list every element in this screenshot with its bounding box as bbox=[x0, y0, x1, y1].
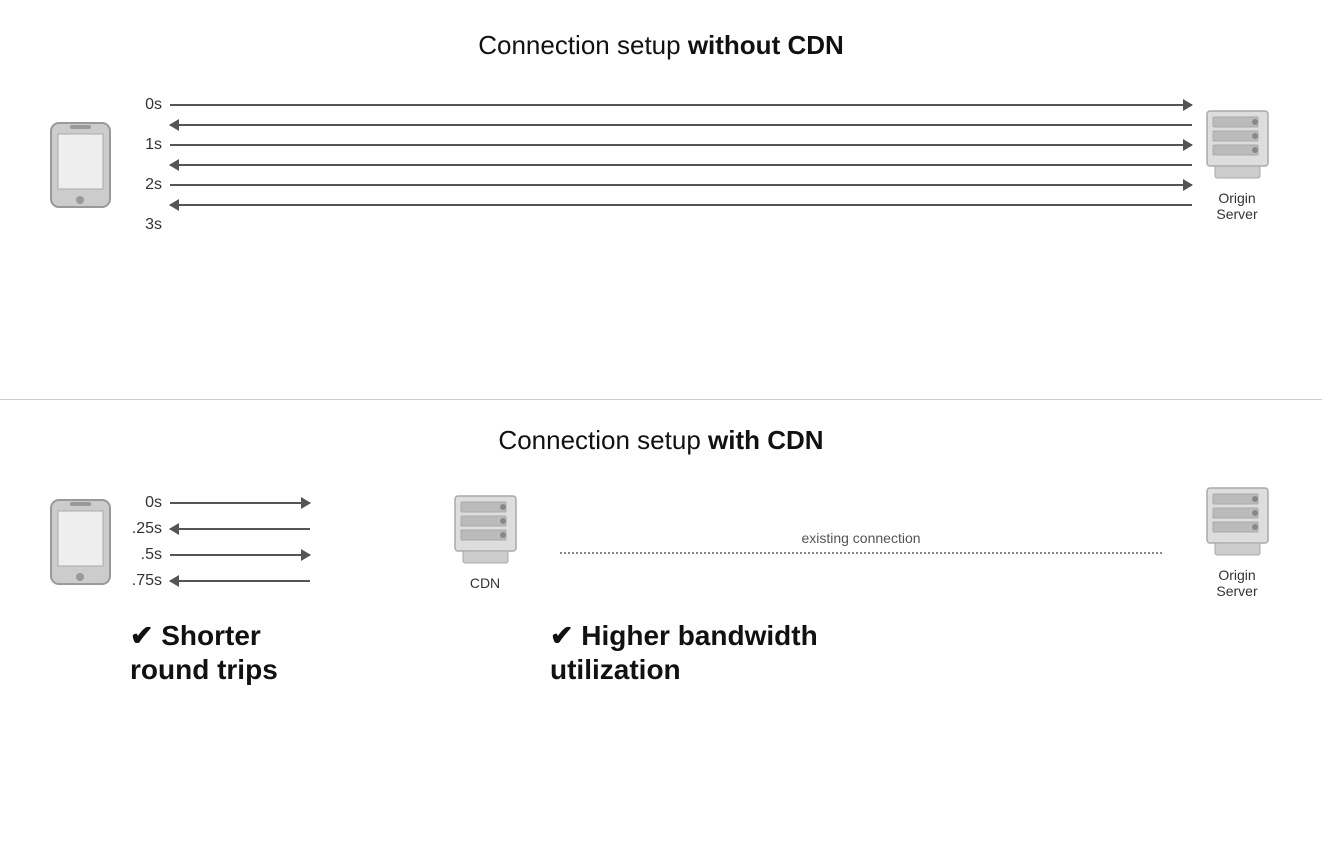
section-without-cdn: Connection setup without CDN 0s bbox=[0, 0, 1322, 400]
page-container: Connection setup without CDN 0s bbox=[0, 0, 1322, 846]
benefit-higher-bandwidth: ✔ Higher bandwidthutilization bbox=[550, 619, 1282, 686]
cdn-arrow-right-5s bbox=[170, 554, 310, 556]
cdn-time-label-0s: 0s bbox=[130, 494, 170, 512]
bottom-section-title: Connection setup with CDN bbox=[40, 425, 1282, 456]
cdn-arrow-row-25s-left: .25s bbox=[130, 520, 440, 538]
existing-connection-area: existing connection bbox=[530, 530, 1192, 554]
cdn-arrow-left-75s bbox=[170, 580, 310, 582]
time-label-3s: 3s bbox=[130, 216, 170, 234]
top-server-area: OriginServer bbox=[1192, 109, 1282, 222]
cdn-time-label-25s: .25s bbox=[130, 520, 170, 538]
cdn-label: CDN bbox=[470, 575, 500, 591]
arrow-row-1s-left bbox=[130, 164, 1192, 166]
arrow-right-2s bbox=[170, 184, 1192, 186]
arrow-left-2s bbox=[170, 204, 1192, 206]
cdn-time-label-75s: .75s bbox=[130, 572, 170, 590]
phone-icon-top bbox=[40, 120, 120, 210]
arrow-row-0s-left bbox=[130, 124, 1192, 126]
cdn-arrow-row-5s-right: .5s bbox=[130, 546, 440, 564]
time-label-1s: 1s bbox=[130, 136, 170, 154]
arrow-row-0s-right: 0s bbox=[130, 96, 1192, 114]
time-label-0s: 0s bbox=[130, 96, 170, 114]
arrow-row-2s-left bbox=[130, 204, 1192, 206]
top-title-bold: without CDN bbox=[688, 30, 844, 60]
arrow-left-0s bbox=[170, 124, 1192, 126]
bottom-origin-server-area: OriginServer bbox=[1192, 486, 1282, 599]
server-svg-top bbox=[1205, 109, 1270, 184]
phone-icon-bottom bbox=[40, 497, 120, 587]
cdn-arrow-right-0s bbox=[170, 502, 310, 504]
arrow-left-1s bbox=[170, 164, 1192, 166]
cdn-arrow-row-0s-right: 0s bbox=[130, 494, 440, 512]
origin-server-svg-bottom bbox=[1205, 486, 1270, 561]
existing-connection-label: existing connection bbox=[801, 530, 920, 546]
bottom-title-bold: with CDN bbox=[708, 425, 824, 455]
arrow-right-0s bbox=[170, 104, 1192, 106]
bottom-diagram-row: 0s .25s .5s .75s bbox=[40, 486, 1282, 599]
benefit-shorter-round-trips: ✔ Shorterround trips bbox=[130, 619, 550, 686]
cdn-arrows-area: 0s .25s .5s .75s bbox=[120, 490, 440, 594]
arrow-row-2s-right: 2s bbox=[130, 176, 1192, 194]
cdn-arrow-row-75s-left: .75s bbox=[130, 572, 440, 590]
time-label-2s: 2s bbox=[130, 176, 170, 194]
top-title-normal: Connection setup bbox=[478, 30, 688, 60]
arrow-row-3s: 3s bbox=[130, 216, 1192, 234]
top-section-title: Connection setup without CDN bbox=[40, 30, 1282, 61]
cdn-server-svg bbox=[453, 494, 518, 569]
top-arrows-area: 0s 1s bbox=[120, 91, 1192, 239]
cdn-time-label-5s: .5s bbox=[130, 546, 170, 564]
bottom-title-normal: Connection setup bbox=[498, 425, 708, 455]
top-server-label: OriginServer bbox=[1216, 190, 1257, 222]
dotted-line bbox=[560, 552, 1162, 554]
top-diagram-row: 0s 1s bbox=[40, 91, 1282, 239]
section-with-cdn: Connection setup with CDN 0s bbox=[0, 400, 1322, 846]
arrow-right-1s bbox=[170, 144, 1192, 146]
phone-svg-bottom bbox=[48, 497, 113, 587]
arrow-row-1s-right: 1s bbox=[130, 136, 1192, 154]
phone-svg-top bbox=[48, 120, 113, 210]
cdn-server-area: CDN bbox=[440, 494, 530, 591]
bottom-server-label: OriginServer bbox=[1216, 567, 1257, 599]
cdn-arrow-left-25s bbox=[170, 528, 310, 530]
benefits-row: ✔ Shorterround trips ✔ Higher bandwidthu… bbox=[40, 619, 1282, 686]
